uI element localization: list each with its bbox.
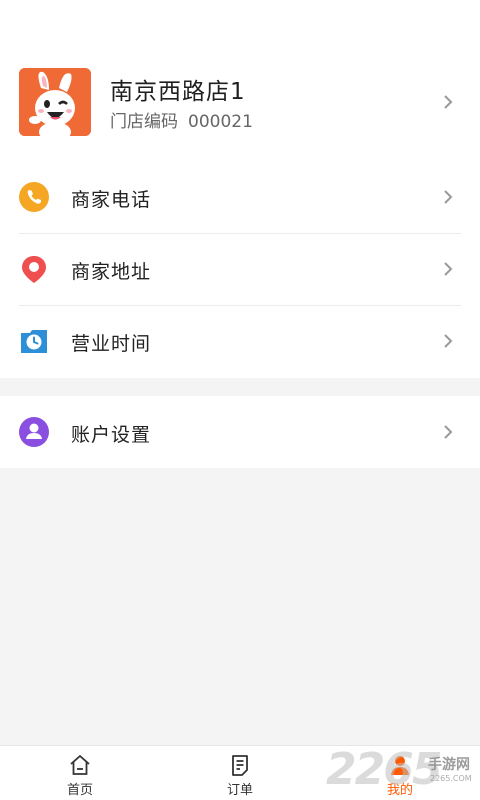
mascot-icon — [19, 68, 91, 136]
store-avatar — [19, 68, 91, 136]
menu-label-phone: 商家电话 — [71, 189, 152, 211]
menu-item-account-settings[interactable]: 账户设置 — [0, 396, 480, 468]
chevron-right-icon — [444, 334, 453, 348]
store-code-label: 门店编码 — [110, 112, 178, 132]
tab-label-orders: 订单 — [226, 783, 253, 798]
menu-label-hours: 营业时间 — [71, 333, 152, 355]
store-header[interactable]: 南京西路店1 门店编码 000021 — [0, 60, 480, 144]
tab-orders[interactable]: 订单 — [180, 746, 300, 800]
watermark-text: 手游网 — [428, 757, 470, 773]
account-settings-label: 账户设置 — [71, 424, 152, 446]
store-code-value: 000021 — [188, 112, 253, 132]
menu-label-address: 商家地址 — [71, 261, 152, 283]
watermark-subtext: 2265.COM — [430, 774, 472, 783]
home-icon — [70, 755, 90, 775]
menu-item-hours[interactable]: 营业时间 — [0, 305, 480, 377]
store-name: 南京西路店1 — [110, 79, 246, 105]
chevron-right-icon — [444, 425, 453, 439]
phone-icon — [19, 182, 49, 212]
chevron-right-icon — [444, 190, 453, 204]
tab-home[interactable]: 首页 — [20, 746, 140, 800]
clock-icon — [21, 330, 47, 353]
watermark-logo: 2265 手游网 2265.COM — [326, 744, 480, 800]
tab-label-home: 首页 — [66, 783, 93, 798]
user-icon — [19, 417, 49, 447]
watermark-digits: 2265 — [326, 744, 442, 795]
menu-item-address[interactable]: 商家地址 — [0, 233, 480, 305]
orders-icon — [232, 755, 248, 776]
chevron-right-icon — [444, 95, 453, 109]
chevron-right-icon — [444, 262, 453, 276]
menu-item-phone[interactable]: 商家电话 — [0, 161, 480, 233]
location-pin-icon — [22, 256, 46, 283]
store-code: 门店编码 000021 — [110, 107, 253, 132]
